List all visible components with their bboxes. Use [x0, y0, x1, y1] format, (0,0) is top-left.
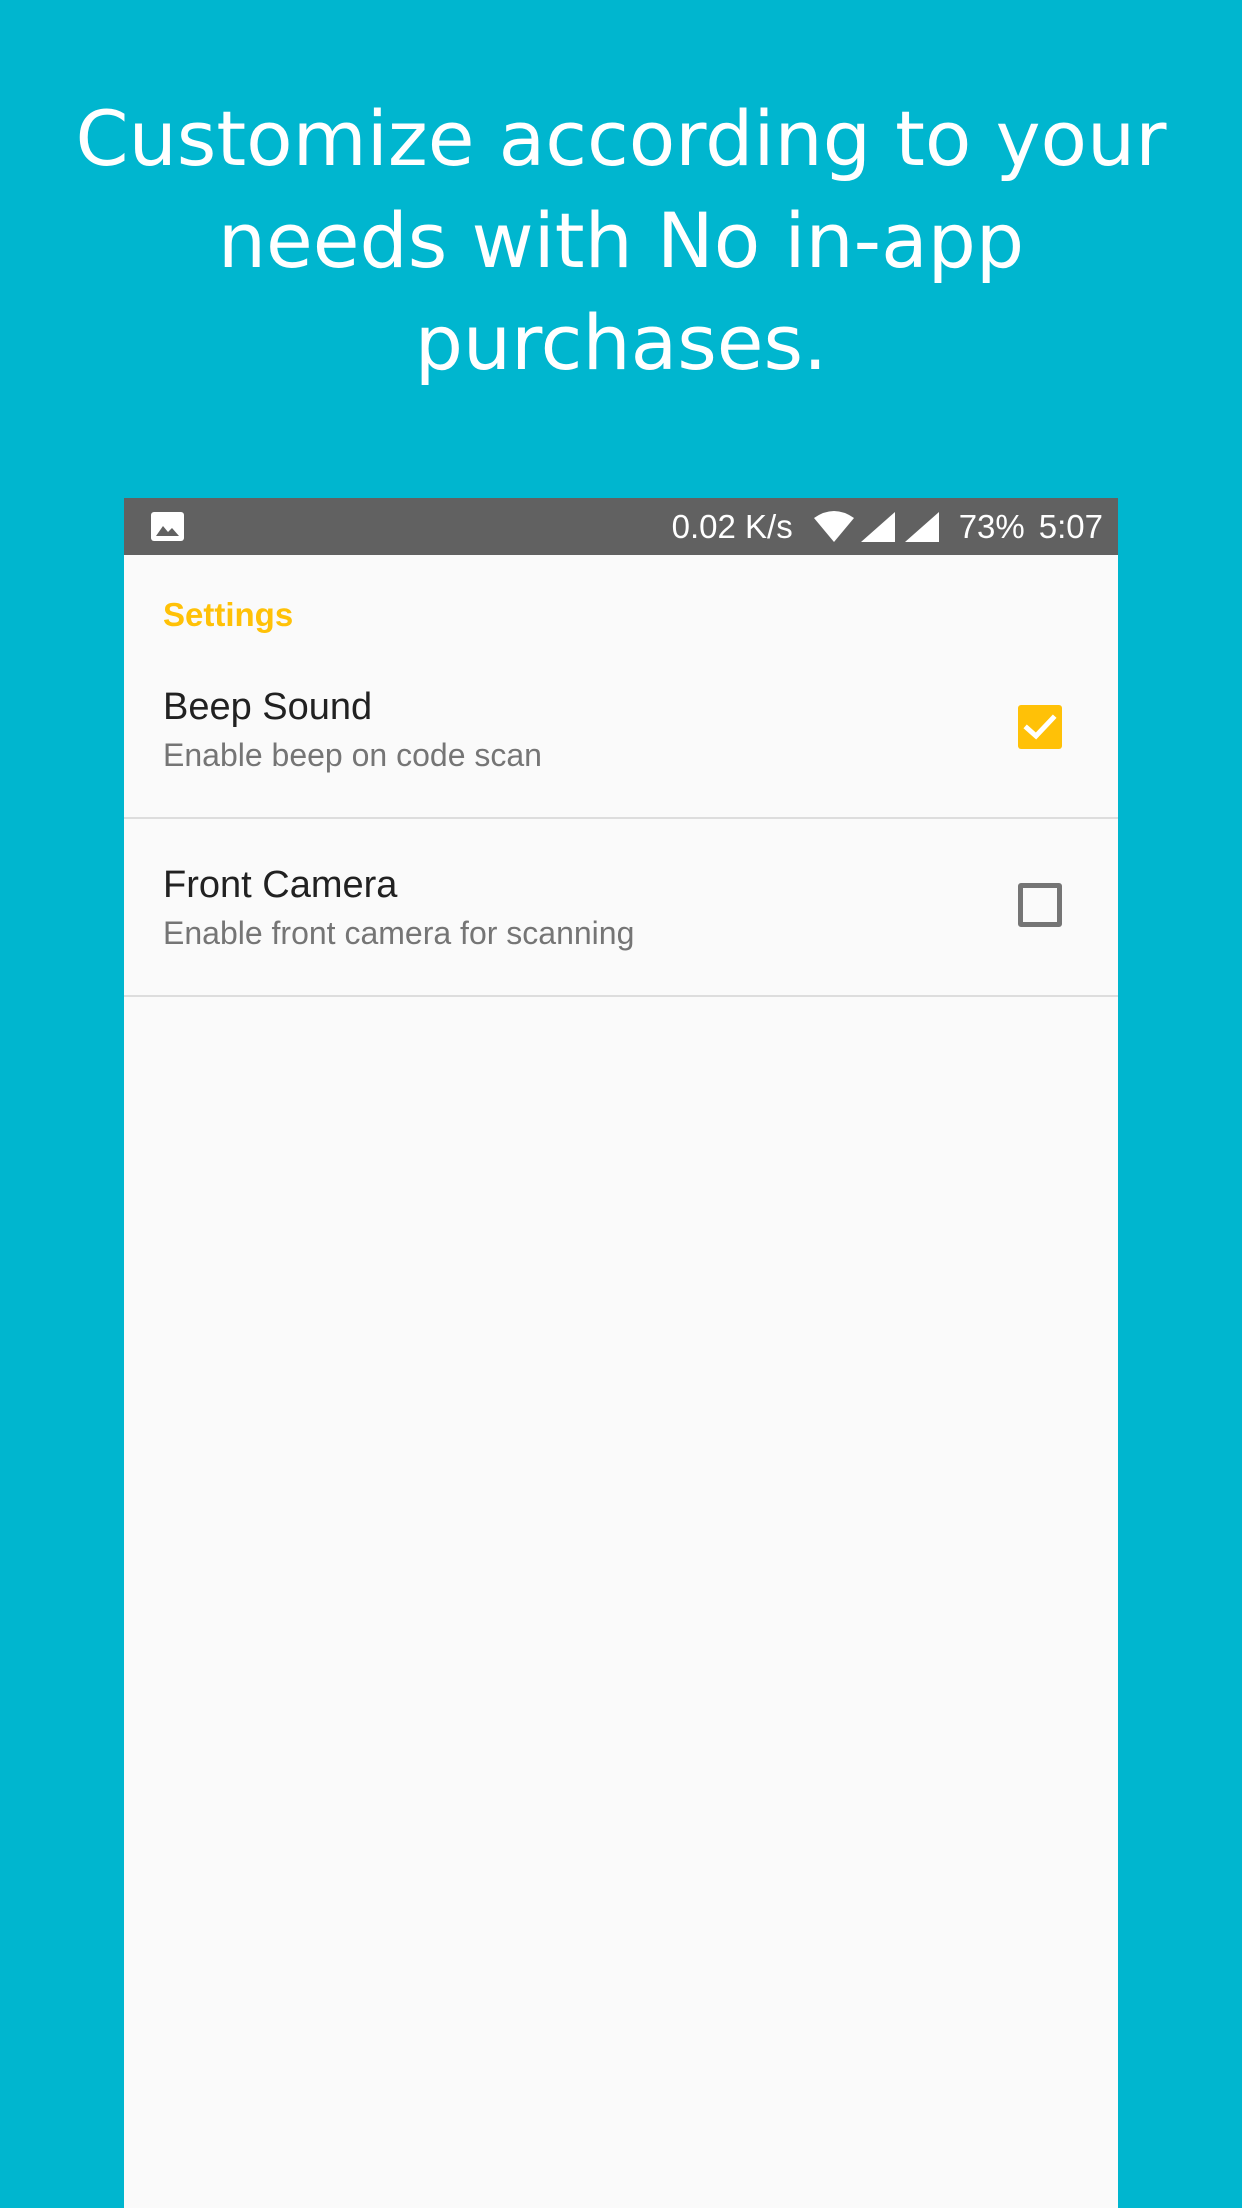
- phone-screen: 0.02 K/s 73% 5:07 Settings Beep Sound En…: [124, 498, 1118, 2208]
- pref-title: Beep Sound: [163, 686, 373, 728]
- signal-icon-2: [904, 511, 939, 542]
- pref-summary: Enable front camera for scanning: [163, 915, 635, 951]
- promo-line-2: needs with No in-app: [217, 196, 1025, 285]
- image-icon: [151, 512, 184, 541]
- battery-level: 73%: [958, 508, 1025, 545]
- clock: 5:07: [1038, 508, 1103, 545]
- beep-sound-checkbox[interactable]: [1018, 705, 1062, 749]
- settings-header: Settings: [163, 596, 294, 633]
- pref-title: Front Camera: [163, 864, 398, 906]
- wifi-icon: [813, 510, 854, 542]
- signal-icon: [860, 511, 895, 542]
- check-icon: [1023, 714, 1057, 740]
- promo-line-1: Customize according to your: [75, 94, 1167, 183]
- front-camera-checkbox[interactable]: [1018, 883, 1062, 927]
- promo-headline: Customize according to your needs with N…: [0, 88, 1242, 394]
- status-bar: 0.02 K/s 73% 5:07: [124, 498, 1118, 555]
- promo-line-3: purchases.: [414, 298, 828, 387]
- pref-summary: Enable beep on code scan: [163, 737, 542, 773]
- status-bar-right: 0.02 K/s 73% 5:07: [672, 498, 1103, 555]
- pref-beep-sound[interactable]: Beep Sound Enable beep on code scan: [124, 640, 1118, 819]
- network-speed: 0.02 K/s: [671, 508, 793, 545]
- pref-front-camera[interactable]: Front Camera Enable front camera for sca…: [124, 818, 1118, 997]
